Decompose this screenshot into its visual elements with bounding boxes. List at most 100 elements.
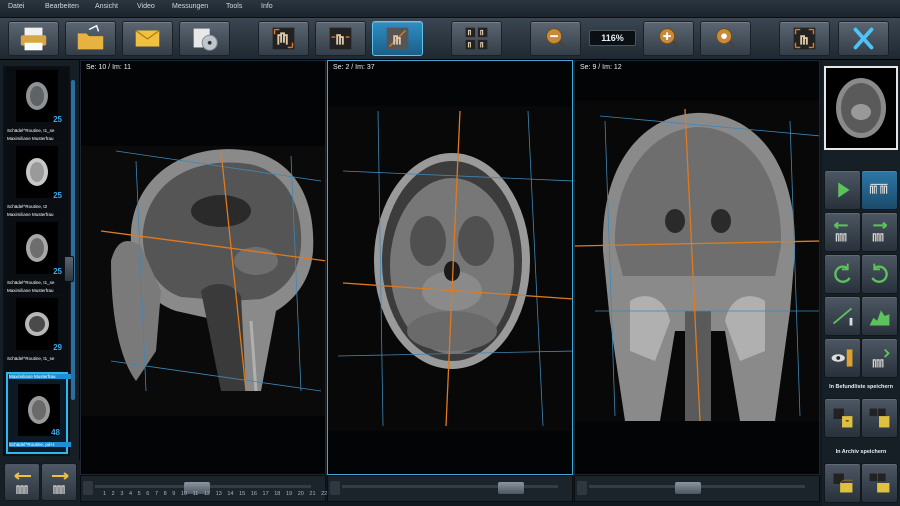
zoom-out-icon (546, 28, 567, 49)
viewport-axial[interactable]: Se: 2 / Im: 37 (327, 60, 573, 475)
befund-save-button-1[interactable] (824, 398, 861, 438)
close-button[interactable] (838, 21, 889, 56)
series-thumbnail[interactable]: 25 Schädel^Routine, t2 Maximiliane Muste… (6, 144, 68, 218)
cine-end-button[interactable] (861, 338, 898, 378)
layout-4-button[interactable] (451, 21, 502, 56)
window-level-icon (386, 27, 409, 50)
zoom-fit-button[interactable] (700, 21, 751, 56)
layout-3-button[interactable] (372, 21, 423, 56)
menu-info[interactable]: Info (261, 3, 273, 10)
email-button[interactable] (122, 21, 173, 56)
series-thumbnail[interactable]: 25 Schädel^Routine, t1_se Maximiliane Mu… (6, 68, 68, 142)
slider-prev-button[interactable] (577, 481, 587, 495)
coronal-mri-image (575, 101, 819, 422)
menu-ansicht[interactable]: Ansicht (95, 3, 118, 10)
slice-tick[interactable]: 12 (204, 491, 210, 497)
slice-tick[interactable]: 16 (251, 491, 257, 497)
slice-tick[interactable]: 17 (263, 491, 269, 497)
image-count: 25 (53, 191, 62, 200)
ruler-icon (832, 307, 853, 326)
grid-layout-icon (465, 27, 488, 50)
view-annotations-button[interactable] (824, 338, 861, 378)
reference-preview[interactable] (824, 66, 898, 150)
slider-thumb[interactable] (498, 482, 524, 494)
slice-tick[interactable]: 8 (164, 491, 167, 497)
slider-thumb[interactable] (675, 482, 701, 494)
slice-tick[interactable]: 18 (274, 491, 280, 497)
play-cine-button[interactable] (824, 170, 861, 210)
menu-bearbeiten[interactable]: Bearbeiten (45, 3, 79, 10)
slice-tick[interactable]: 15 (239, 491, 245, 497)
thumbnail-image (16, 222, 58, 274)
zoom-out-button[interactable] (530, 21, 581, 56)
slider-prev-button[interactable] (330, 481, 340, 495)
slice-tick[interactable]: 2 (112, 491, 115, 497)
layout-1-button[interactable] (258, 21, 309, 56)
menu-bar: Datei Bearbeiten Ansicht Video Messungen… (0, 0, 900, 18)
skip-end-icon (872, 348, 890, 368)
image-count: 25 (53, 115, 62, 124)
befund-save-button-2[interactable] (861, 398, 898, 438)
rotate-left-button[interactable] (824, 254, 861, 294)
viewport-coronal[interactable]: Se: 9 / Im: 12 (574, 60, 820, 475)
axial-mri-image (328, 106, 572, 431)
archiv-save-button-2[interactable] (861, 463, 898, 503)
arrow-left-icon (833, 221, 848, 242)
series-thumbnail-selected[interactable]: Maximiliane Musterfrau 48 Schädel^Routin… (6, 372, 71, 454)
slice-tick[interactable]: 1 (103, 491, 106, 497)
slice-tick[interactable]: 21 (309, 491, 315, 497)
rotate-right-button[interactable] (861, 254, 898, 294)
open-folder-button[interactable] (65, 21, 116, 56)
viewport-3-slice-slider[interactable] (574, 475, 820, 502)
previous-image-button[interactable] (824, 212, 861, 252)
panel-resize-handle[interactable] (64, 256, 74, 282)
thumbnail-image (16, 70, 58, 122)
fullscreen-button[interactable] (779, 21, 830, 56)
main-toolbar: 116% (0, 18, 900, 60)
thumbnail-scrollbar[interactable] (71, 80, 75, 400)
layout-2-button[interactable] (315, 21, 366, 56)
next-image-button[interactable] (861, 212, 898, 252)
next-series-button[interactable] (41, 463, 77, 501)
slider-prev-button[interactable] (83, 481, 93, 495)
archiv-save-label: In Archiv speichern (835, 449, 887, 455)
slice-tick[interactable]: 13 (216, 491, 222, 497)
fullscreen-icon (793, 27, 816, 50)
menu-messungen[interactable]: Messungen (172, 3, 208, 10)
slice-tick[interactable]: 14 (227, 491, 233, 497)
slice-tick[interactable]: 19 (286, 491, 292, 497)
sync-series-button[interactable] (861, 170, 898, 210)
slice-tick[interactable]: 11 (193, 491, 199, 497)
menu-tools[interactable]: Tools (226, 3, 242, 10)
menu-video[interactable]: Video (137, 3, 155, 10)
thumbnail-image (16, 298, 58, 350)
previous-series-button[interactable] (4, 463, 40, 501)
image-count: 48 (51, 428, 60, 437)
archiv-save-button-1[interactable] (824, 463, 861, 503)
burn-cd-button[interactable] (179, 21, 230, 56)
slice-tick[interactable]: 3 (120, 491, 123, 497)
viewport-2-slice-slider[interactable] (327, 475, 573, 502)
viewport-sagittal[interactable]: Se: 10 / Im: 11 (80, 60, 326, 475)
sagittal-mri-image (81, 146, 325, 416)
series-thumbnail[interactable]: 25 Schädel^Routine, t1_se Maximiliane Mu… (6, 220, 68, 294)
image-count: 25 (53, 267, 62, 276)
slice-tick[interactable]: 20 (298, 491, 304, 497)
slice-tick[interactable]: 4 (129, 491, 132, 497)
menu-datei[interactable]: Datei (8, 3, 24, 10)
measure-distance-button[interactable] (824, 296, 861, 336)
slice-tick[interactable]: 7 (155, 491, 158, 497)
slice-tick[interactable]: 9 (172, 491, 175, 497)
slice-tick[interactable]: 6 (146, 491, 149, 497)
series-description: Schädel^Routine, t1_se (7, 128, 55, 133)
viewport-1-slice-slider[interactable]: 1 2 3 4 5 6 7 8 9 10 11 12 13 14 15 16 17 18 19 20 21 22 (80, 475, 327, 502)
slice-tick[interactable]: 5 (138, 491, 141, 497)
print-button[interactable] (8, 21, 59, 56)
series-description: Schädel^Routine, t1_se (7, 280, 55, 285)
histogram-button[interactable] (861, 296, 898, 336)
zoom-level-display: 116% (589, 30, 636, 46)
zoom-in-button[interactable] (643, 21, 694, 56)
series-thumbnail[interactable]: 29 Schädel^Routine, t1_se (6, 296, 68, 370)
right-tool-panel: In Befundliste speichern In Archiv speic… (822, 60, 900, 506)
slice-tick[interactable]: 10 (181, 491, 187, 497)
